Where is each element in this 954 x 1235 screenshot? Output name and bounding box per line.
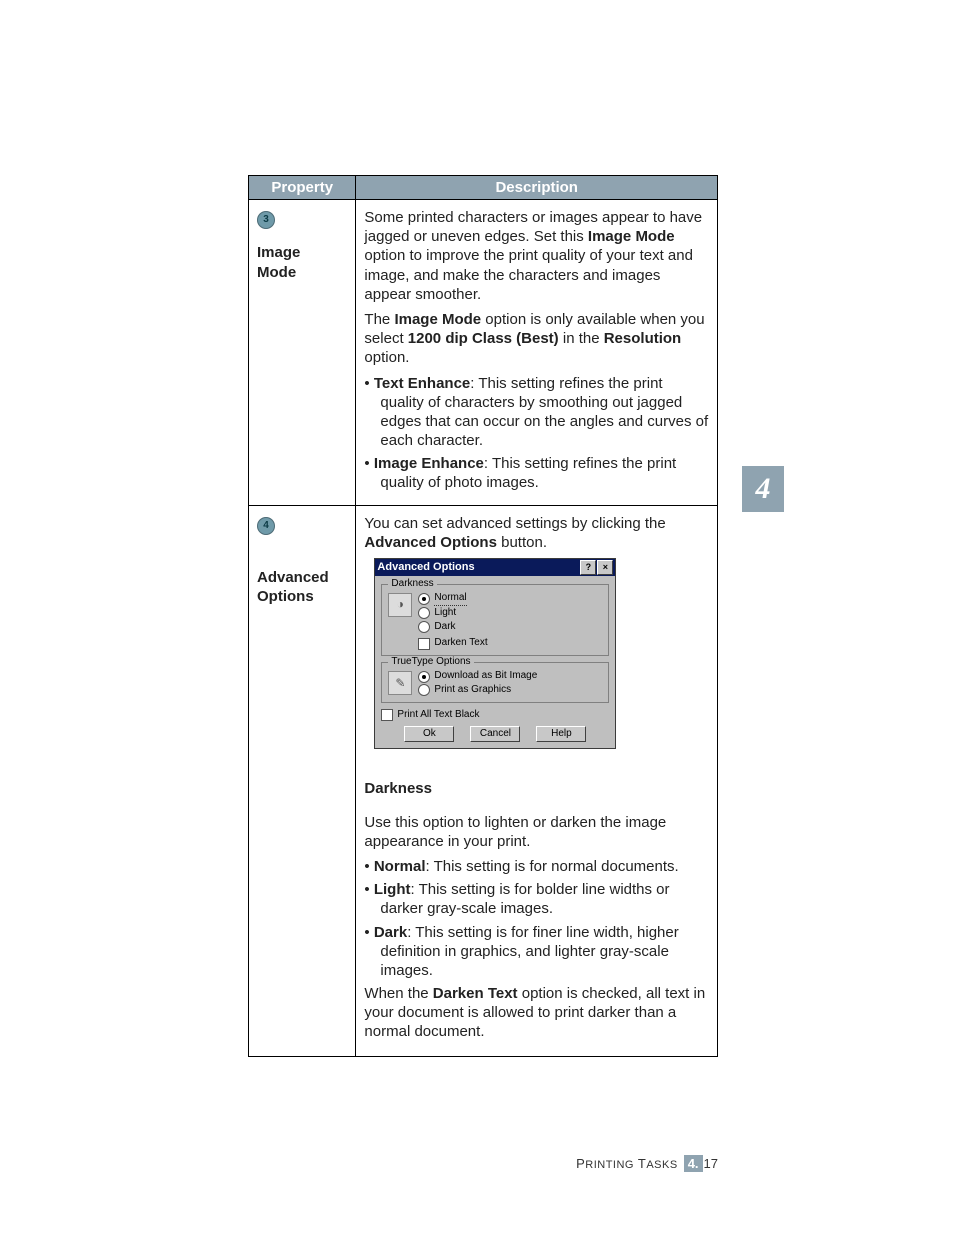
radio-light[interactable]: Light — [418, 607, 602, 620]
radio-icon — [418, 621, 430, 633]
prop-name-advanced: Advanced — [257, 569, 329, 586]
bullet-light: Light: This setting is for bolder line w… — [364, 880, 709, 918]
legend-truetype: TrueType Options — [388, 656, 473, 669]
checkbox-darken-text[interactable]: Darken Text — [418, 637, 602, 650]
text: in the — [559, 330, 604, 347]
darkness-heading: Darkness — [364, 779, 709, 798]
image-mode-para-1: Some printed characters or images appear… — [364, 208, 709, 304]
footer-chapter-badge: 4. — [684, 1155, 703, 1172]
bold-1200-dip: 1200 dip Class (Best) — [408, 330, 559, 347]
text: option to improve the print quality of y… — [364, 247, 693, 302]
page: Property Description 3 Image Mode Some p… — [0, 0, 954, 1235]
cell-desc-image-mode: Some printed characters or images appear… — [356, 200, 718, 506]
radio-icon — [418, 684, 430, 696]
text: The — [364, 311, 394, 328]
radio-dark[interactable]: Dark — [418, 621, 602, 634]
footer-section-title: PRINTING TASKS — [576, 1156, 678, 1171]
cell-property-image-mode: 3 Image Mode — [249, 200, 356, 506]
bullet-image-enhance: Image Enhance: This setting refines the … — [364, 454, 709, 492]
text: P — [576, 1156, 585, 1171]
checkbox-print-all-black[interactable]: Print All Text Black — [381, 709, 609, 722]
label-dark: Dark — [434, 621, 455, 634]
bold-image-enhance: Image Enhance — [374, 455, 484, 472]
step-badge-4: 4 — [257, 517, 275, 535]
col-header-property: Property — [249, 176, 356, 200]
image-mode-para-2: The Image Mode option is only available … — [364, 310, 709, 368]
prop-name-image: Image — [257, 244, 300, 261]
label-print-graphics: Print as Graphics — [434, 684, 511, 697]
text: ASKS — [646, 1159, 677, 1171]
advanced-intro: You can set advanced settings by clickin… — [364, 514, 709, 552]
label-normal: Normal — [434, 592, 466, 606]
image-mode-bullets: Text Enhance: This setting refines the p… — [364, 374, 709, 493]
darken-text-tail: When the Darken Text option is checked, … — [364, 984, 709, 1042]
table-header-row: Property Description — [249, 176, 718, 200]
legend-darkness: Darkness — [388, 578, 436, 591]
dialog-buttons: Ok Cancel Help — [381, 726, 609, 743]
bullet-text-enhance: Text Enhance: This setting refines the p… — [364, 374, 709, 451]
cell-property-advanced-options: 4 Advanced Options — [249, 505, 356, 1056]
row-advanced-options: 4 Advanced Options You can set advanced … — [249, 505, 718, 1056]
label-light: Light — [434, 607, 456, 620]
footer-page-number: 17 — [704, 1156, 718, 1171]
bold-resolution: Resolution — [604, 330, 682, 347]
help-button[interactable]: Help — [536, 726, 586, 743]
col-header-description: Description — [356, 176, 718, 200]
close-icon[interactable]: × — [597, 560, 613, 575]
help-icon[interactable]: ? — [580, 560, 596, 575]
bullet-dark: Dark: This setting is for finer line wid… — [364, 923, 709, 981]
bold-text-enhance: Text Enhance — [374, 375, 470, 392]
text: option. — [364, 349, 409, 366]
cell-desc-advanced-options: You can set advanced settings by clickin… — [356, 505, 718, 1056]
truetype-icon: ✎ — [388, 671, 412, 695]
prop-name-options: Options — [257, 588, 314, 605]
cancel-button[interactable]: Cancel — [470, 726, 520, 743]
properties-table: Property Description 3 Image Mode Some p… — [248, 175, 718, 1057]
label-print-all-black: Print All Text Black — [397, 709, 479, 722]
radio-icon — [418, 593, 430, 605]
chapter-tab: 4 — [742, 466, 784, 512]
row-image-mode: 3 Image Mode Some printed characters or … — [249, 200, 718, 506]
bold-normal: Normal — [374, 858, 426, 875]
label-darken-text: Darken Text — [434, 637, 487, 650]
bold-light: Light — [374, 881, 411, 898]
text: RINTING — [585, 1159, 634, 1171]
darkness-para: Use this option to lighten or darken the… — [364, 813, 709, 851]
dialog-body: Darkness ◑ Normal Light Dark Darken Text — [375, 576, 615, 748]
text: : This setting is for normal documents. — [426, 858, 679, 875]
radio-normal[interactable]: Normal — [418, 592, 602, 606]
dialog-titlebar: Advanced Options ? × — [375, 559, 615, 576]
label-download-bit: Download as Bit Image — [434, 670, 537, 683]
bold-darken-text: Darken Text — [433, 985, 518, 1002]
darkness-icon: ◑ — [388, 593, 412, 617]
checkbox-icon — [381, 709, 393, 721]
bold-dark: Dark — [374, 924, 407, 941]
advanced-options-dialog: Advanced Options ? × Darkness ◑ — [374, 558, 616, 749]
darkness-bullets: Normal: This setting is for normal docum… — [364, 857, 709, 980]
text: button. — [497, 534, 547, 551]
bold-image-mode: Image Mode — [588, 228, 675, 245]
page-footer: PRINTING TASKS 4.17 — [248, 1155, 718, 1172]
checkbox-icon — [418, 638, 430, 650]
text: : This setting is for finer line width, … — [380, 924, 678, 979]
radio-print-graphics[interactable]: Print as Graphics — [418, 684, 602, 697]
dialog-title: Advanced Options — [377, 560, 474, 574]
prop-name-mode: Mode — [257, 264, 296, 281]
bold-image-mode-2: Image Mode — [394, 311, 481, 328]
text: When the — [364, 985, 432, 1002]
group-truetype: TrueType Options ✎ Download as Bit Image… — [381, 662, 609, 703]
radio-icon — [418, 671, 430, 683]
radio-download-bit-image[interactable]: Download as Bit Image — [418, 670, 602, 683]
group-darkness: Darkness ◑ Normal Light Dark Darken Text — [381, 584, 609, 656]
text: : This setting is for bolder line widths… — [380, 881, 669, 917]
ok-button[interactable]: Ok — [404, 726, 454, 743]
text: You can set advanced settings by clickin… — [364, 515, 665, 532]
bullet-normal: Normal: This setting is for normal docum… — [364, 857, 709, 876]
bold-advanced-options: Advanced Options — [364, 534, 497, 551]
step-badge-3: 3 — [257, 211, 275, 229]
radio-icon — [418, 607, 430, 619]
